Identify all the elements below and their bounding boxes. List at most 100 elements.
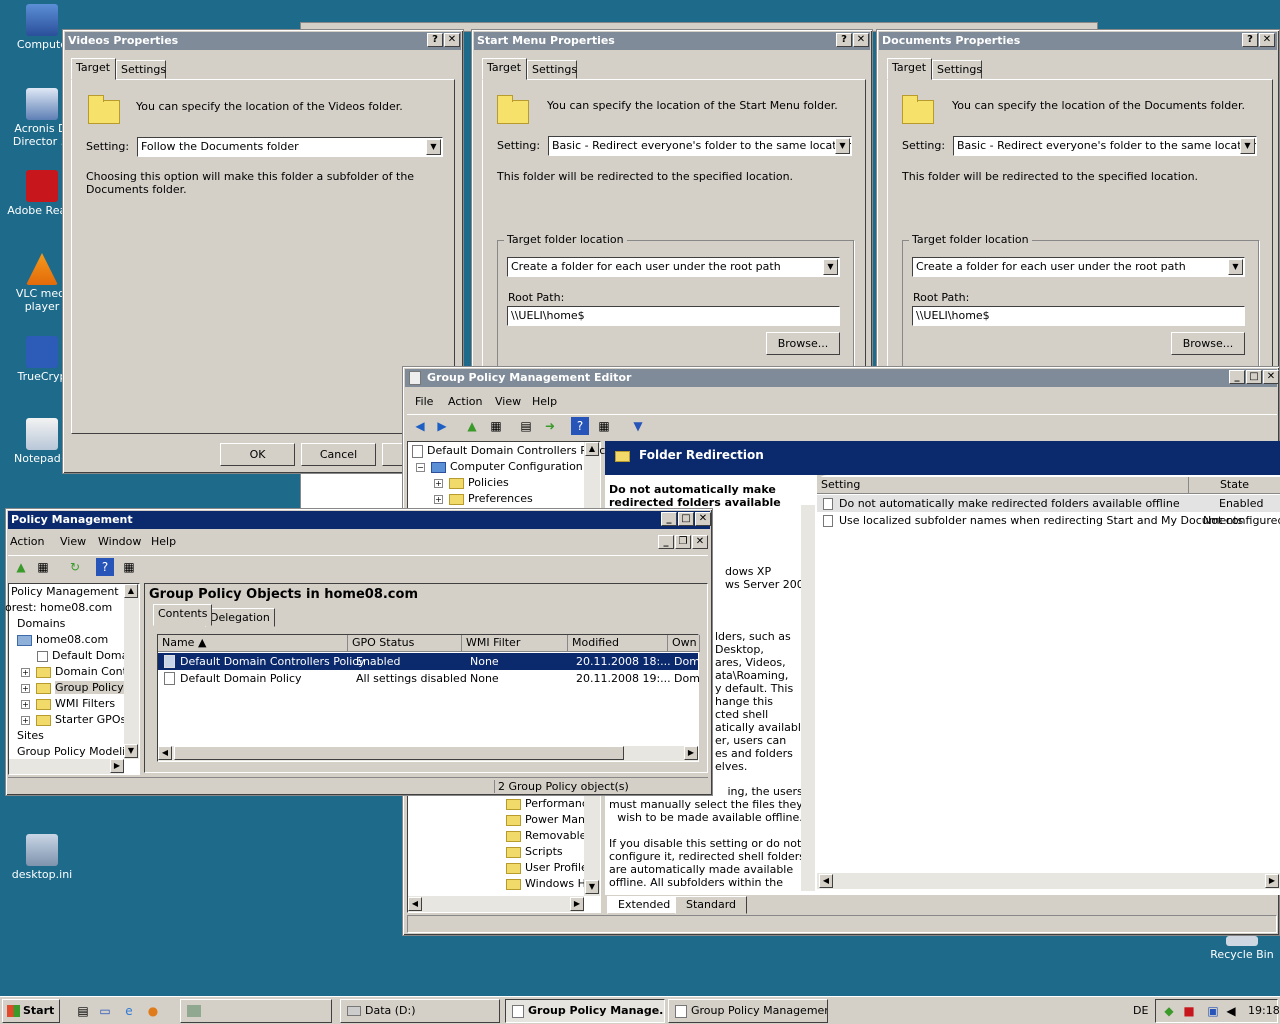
- title-bar[interactable]: Group Policy Management Editor: [405, 369, 1277, 387]
- scroll-right-button[interactable]: ▶: [1265, 874, 1279, 888]
- view-icon[interactable]: ▦: [595, 417, 613, 435]
- tree-item-power[interactable]: Power Mana: [506, 812, 592, 828]
- tree-item-scripts[interactable]: Scripts: [506, 844, 563, 860]
- desktop-icon-recycle-bin[interactable]: Recycle Bin: [1202, 936, 1280, 961]
- help-button[interactable]: ?: [1242, 33, 1258, 47]
- tab-settings[interactable]: Settings: [116, 60, 166, 79]
- setting-select[interactable]: Basic - Redirect everyone's folder to th…: [953, 136, 1257, 156]
- menu-view[interactable]: View: [495, 395, 521, 408]
- tab-settings[interactable]: Settings: [527, 60, 577, 79]
- settings-list[interactable]: Setting State Do not automatically make …: [817, 475, 1280, 895]
- scroll-down-button[interactable]: ▼: [585, 880, 599, 894]
- volume-icon[interactable]: ◀: [1222, 1002, 1240, 1020]
- tab-target[interactable]: Target: [482, 58, 527, 80]
- start-menu-properties-window[interactable]: Start Menu Properties ? ✕ Target Setting…: [471, 29, 873, 380]
- scroll-left-button[interactable]: ◀: [158, 746, 172, 760]
- gpo-list[interactable]: Name ▲ GPO Status WMI Filter Modified Ow…: [157, 634, 700, 762]
- table-row[interactable]: Default Domain Policy All settings disab…: [158, 670, 700, 687]
- show-tree-icon[interactable]: ▦: [34, 558, 52, 576]
- close-button[interactable]: ✕: [1263, 370, 1279, 384]
- tab-settings[interactable]: Settings: [932, 60, 982, 79]
- tab-target[interactable]: Target: [71, 58, 116, 80]
- view-icon[interactable]: ▦: [120, 558, 138, 576]
- documents-properties-window[interactable]: Documents Properties ? ✕ Target Settings…: [876, 29, 1280, 380]
- maximize-button[interactable]: □: [1246, 370, 1262, 384]
- menu-help[interactable]: Help: [151, 535, 176, 548]
- scroll-right-button[interactable]: ▶: [570, 897, 584, 911]
- column-setting[interactable]: Setting: [817, 477, 1189, 494]
- close-button[interactable]: ✕: [853, 33, 869, 47]
- tree-item-gpo[interactable]: Default Domain Controllers Polic: [412, 443, 605, 459]
- help-icon[interactable]: ?: [571, 417, 589, 435]
- gpo-list-horizontal-scrollbar[interactable]: ◀ ▶: [158, 746, 698, 761]
- table-row[interactable]: Default Domain Controllers Policy Enable…: [158, 653, 700, 670]
- language-indicator[interactable]: DE: [1133, 1004, 1148, 1017]
- description-scrollbar[interactable]: [801, 505, 815, 891]
- tab-target[interactable]: Target: [887, 58, 932, 80]
- close-button[interactable]: ✕: [444, 33, 460, 47]
- maximize-button[interactable]: □: [678, 512, 694, 526]
- up-folder-icon[interactable]: ▲: [463, 417, 481, 435]
- child-restore-button[interactable]: ❐: [675, 535, 691, 549]
- minimize-button[interactable]: _: [1229, 370, 1245, 384]
- back-arrow-icon[interactable]: ◀: [411, 417, 429, 435]
- close-button[interactable]: ✕: [695, 512, 711, 526]
- desktop-icon-desktop-ini[interactable]: desktop.ini: [2, 834, 82, 881]
- forward-arrow-icon[interactable]: ▶: [433, 417, 451, 435]
- root-path-input[interactable]: \\UELI\home$: [912, 306, 1245, 326]
- gp-management-window[interactable]: Policy Management _ □ ✕ Action View Wind…: [5, 508, 713, 796]
- network-icon[interactable]: ▣: [1204, 1002, 1222, 1020]
- close-button[interactable]: ✕: [1259, 33, 1275, 47]
- tree-item-sites[interactable]: Sites: [17, 728, 44, 744]
- antivirus-icon[interactable]: ■: [1180, 1002, 1198, 1020]
- scroll-left-button[interactable]: ◀: [408, 897, 422, 911]
- up-folder-icon[interactable]: ▲: [12, 558, 30, 576]
- browse-button[interactable]: Browse...: [1171, 332, 1245, 355]
- column-owner[interactable]: Own: [668, 635, 700, 652]
- cancel-button[interactable]: Cancel: [301, 443, 376, 466]
- tree-horizontal-scrollbar[interactable]: ◀ ▶: [408, 896, 584, 912]
- menu-file[interactable]: File: [415, 395, 433, 408]
- scroll-up-button[interactable]: ▲: [585, 442, 599, 456]
- tree-item-starter-gpos[interactable]: + Starter GPOs: [21, 712, 126, 728]
- tab-delegation[interactable]: Delegation: [205, 608, 275, 627]
- gpm-tree-horizontal-scrollbar[interactable]: ▶: [9, 759, 124, 774]
- scroll-down-button[interactable]: ▼: [124, 744, 138, 758]
- location-select[interactable]: Create a folder for each user under the …: [507, 257, 840, 277]
- refresh-icon[interactable]: ↻: [66, 558, 84, 576]
- child-close-button[interactable]: ✕: [692, 535, 708, 549]
- tree-item-performance[interactable]: Performanc: [506, 796, 588, 812]
- filter-icon[interactable]: ▼: [629, 417, 647, 435]
- column-wmi-filter[interactable]: WMI Filter: [462, 635, 568, 652]
- tree-item-user-profile[interactable]: User Profile: [506, 860, 588, 876]
- server-manager-icon[interactable]: ▤: [74, 1002, 92, 1020]
- title-bar[interactable]: Documents Properties: [879, 32, 1277, 50]
- tab-contents[interactable]: Contents: [153, 604, 213, 626]
- title-bar[interactable]: Start Menu Properties: [474, 32, 870, 50]
- title-bar[interactable]: Policy Management: [8, 511, 710, 529]
- tree-item-domain-controllers[interactable]: + Domain Contro: [21, 664, 138, 680]
- taskbar-item-gpme[interactable]: Group Policy Managemen...: [668, 999, 828, 1023]
- table-row[interactable]: Use localized subfolder names when redir…: [817, 512, 1280, 529]
- taskbar-item-data-drive[interactable]: Data (D:): [340, 999, 500, 1023]
- gpm-navigation-tree[interactable]: Policy Management orest: home08.com Doma…: [5, 583, 140, 775]
- scroll-right-button[interactable]: ▶: [684, 746, 698, 760]
- setting-select[interactable]: Basic - Redirect everyone's folder to th…: [548, 136, 852, 156]
- internet-explorer-icon[interactable]: e: [120, 1002, 138, 1020]
- shield-icon[interactable]: ◆: [1160, 1002, 1178, 1020]
- tab-extended[interactable]: Extended: [607, 896, 682, 914]
- gpm-tree-vertical-scrollbar[interactable]: ▲ ▼: [124, 584, 139, 759]
- menu-window[interactable]: Window: [98, 535, 141, 548]
- scroll-right-button[interactable]: ▶: [110, 759, 124, 773]
- show-tree-icon[interactable]: ▦: [487, 417, 505, 435]
- help-button[interactable]: ?: [427, 33, 443, 47]
- root-path-input[interactable]: \\UELI\home$: [507, 306, 840, 326]
- properties-icon[interactable]: ▤: [517, 417, 535, 435]
- column-gpo-status[interactable]: GPO Status: [348, 635, 462, 652]
- scroll-thumb[interactable]: [174, 746, 624, 760]
- taskbar-item-gpm-active[interactable]: Group Policy Manage...: [505, 999, 665, 1023]
- scroll-up-button[interactable]: ▲: [124, 584, 138, 598]
- menu-view[interactable]: View: [60, 535, 86, 548]
- child-minimize-button[interactable]: _: [658, 535, 674, 549]
- export-icon[interactable]: ➜: [541, 417, 559, 435]
